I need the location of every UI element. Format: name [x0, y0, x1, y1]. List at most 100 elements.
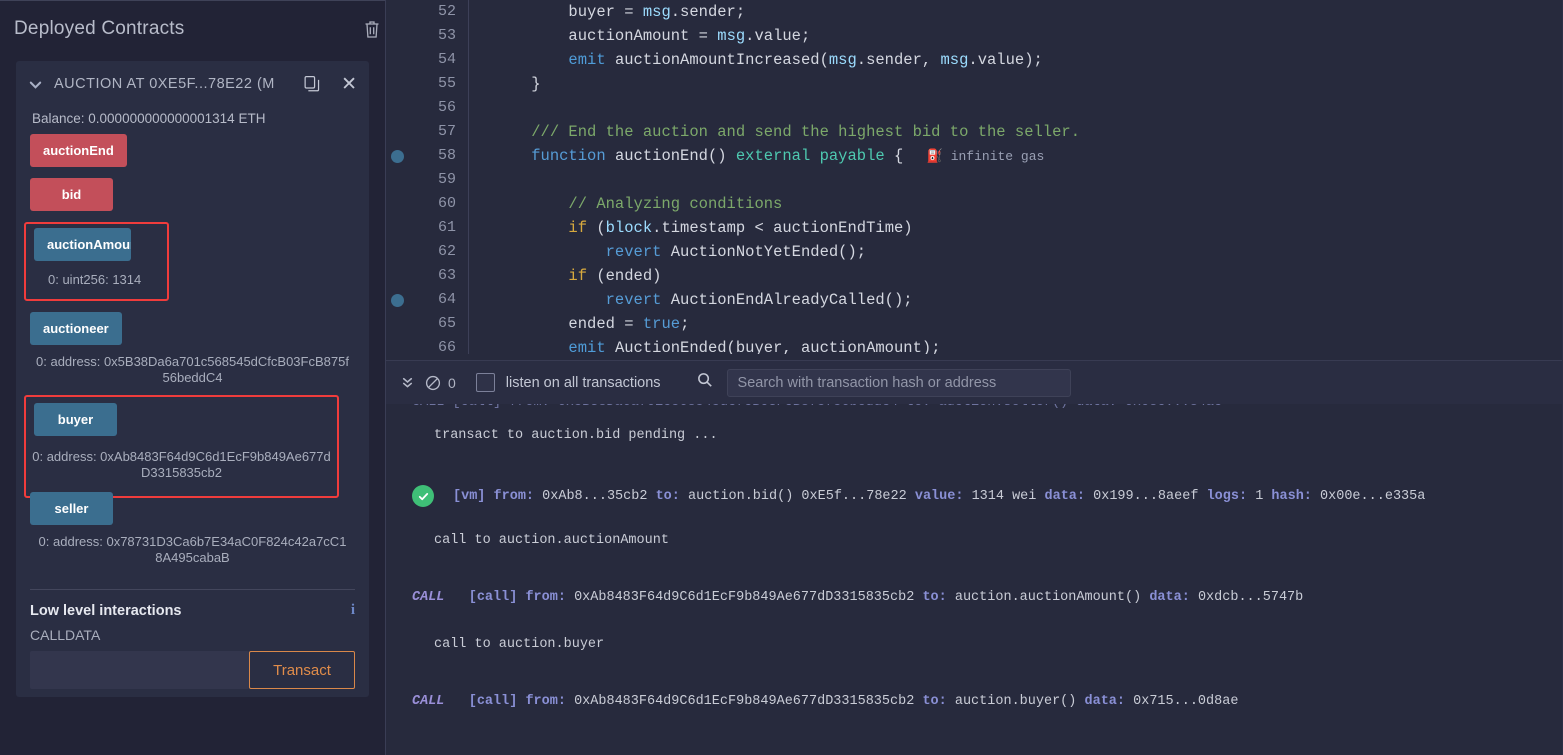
line-code: if (block.timestamp < auctionEndTime) — [494, 216, 913, 240]
function-button-auctioneer[interactable]: auctioneer — [30, 312, 122, 345]
function-result-buyer: 0: address: 0xAb8483F64d9C6d1EcF9b849Ae6… — [26, 438, 337, 490]
terminal-toolbar: 0 listen on all transactions — [386, 360, 1563, 404]
editor-line: 59 — [386, 168, 1563, 192]
spacer — [412, 715, 1563, 735]
line-code: if (ended) — [494, 264, 661, 288]
line-number: 60 — [386, 192, 456, 216]
line-number: 65 — [386, 312, 456, 336]
terminal-count: 0 — [446, 375, 460, 391]
editor-line: 53 auctionAmount = msg.value; — [386, 24, 1563, 48]
editor-line: 64 revert AuctionEndAlreadyCalled(); — [386, 288, 1563, 312]
page-title: Deployed Contracts — [14, 18, 184, 40]
editor-line: 62 revert AuctionNotYetEnded(); — [386, 240, 1563, 264]
contract-balance: Balance: 0.000000000000001314 ETH — [16, 107, 369, 134]
terminal-entries: transact to auction.bid pending ... [vm] … — [412, 404, 1563, 735]
line-number: 58 — [386, 144, 456, 168]
line-number: 64 — [386, 288, 456, 312]
line-number: 63 — [386, 264, 456, 288]
contract-card: AUCTION AT 0XE5F...78E22 (M ✕ Balance: 0… — [16, 61, 369, 697]
calldata-input[interactable] — [30, 651, 249, 689]
terminal-clipped-line: CALL [call] from: 0x5B38Da6a701c568545dC… — [412, 404, 1563, 418]
contract-card-header[interactable]: AUCTION AT 0XE5F...78E22 (M ✕ — [16, 61, 369, 107]
function-button-seller[interactable]: seller — [30, 492, 113, 525]
trash-icon[interactable] — [363, 19, 381, 39]
function-row-auctionamount: auctionAmount — [26, 228, 167, 261]
terminal-message: transact to auction.bid pending ... — [412, 422, 1563, 449]
success-check-icon — [412, 485, 434, 507]
listen-all-transactions-checkbox[interactable] — [476, 373, 495, 392]
editor-line: 55 } — [386, 72, 1563, 96]
terminal-message: call to auction.auctionAmount — [412, 527, 1563, 554]
editor-line: 57 /// End the auction and send the high… — [386, 120, 1563, 144]
function-button-auctionend[interactable]: auctionEnd — [30, 134, 127, 167]
deployed-contracts-header: Deployed Contracts — [0, 1, 385, 57]
line-number: 59 — [386, 168, 456, 192]
line-number: 54 — [386, 48, 456, 72]
line-code: buyer = msg.sender; — [494, 0, 745, 24]
editor-and-terminal: 52 buyer = msg.sender;53 auctionAmount =… — [386, 0, 1563, 755]
editor-line: 54 emit auctionAmountIncreased(msg.sende… — [386, 48, 1563, 72]
terminal-call-row[interactable]: CALL [call] from: 0xAb8483F64d9C6d1EcF9b… — [412, 688, 1563, 715]
low-level-title: Low level interactions — [30, 603, 182, 619]
contract-function-list: auctionEnd bid auctionAmount 0: uint256:… — [16, 134, 369, 575]
line-code: // Analyzing conditions — [494, 192, 782, 216]
function-result-auctionamount: 0: uint256: 1314 — [26, 263, 167, 297]
function-button-auctionamount[interactable]: auctionAmount — [34, 228, 131, 261]
spacer — [412, 449, 1563, 479]
terminal-transaction-text: [vm] from: 0xAb8...35cb2 to: auction.bid… — [453, 489, 1425, 504]
double-chevron-down-icon[interactable] — [394, 370, 420, 396]
deployed-contracts-panel: Deployed Contracts AUCTION AT 0XE5F...78… — [0, 0, 386, 755]
line-code: ended = true; — [494, 312, 689, 336]
editor-line: 52 buyer = msg.sender; — [386, 0, 1563, 24]
terminal-message: call to auction.buyer — [412, 631, 1563, 658]
line-code: emit auctionAmountIncreased(msg.sender, … — [494, 48, 1043, 72]
line-code: function auctionEnd() external payable {… — [494, 144, 1044, 169]
line-number: 57 — [386, 120, 456, 144]
terminal-call-row[interactable]: CALL [call] from: 0xAb8483F64d9C6d1EcF9b… — [412, 584, 1563, 611]
function-result-seller: 0: address: 0x78731D3Ca6b7E34aC0F824c42a… — [30, 525, 355, 575]
spacer — [412, 513, 1563, 527]
function-result-auctioneer: 0: address: 0x5B38Da6a701c568545dCfcB03F… — [30, 345, 355, 395]
line-number: 61 — [386, 216, 456, 240]
low-level-interactions-header: Low level interactions i — [16, 590, 369, 619]
calldata-label: CALLDATA — [16, 619, 369, 643]
function-row-auctioneer: auctioneer — [30, 312, 355, 345]
editor-line: 65 ended = true; — [386, 312, 1563, 336]
listen-all-transactions-label: listen on all transactions — [495, 375, 661, 391]
info-icon[interactable]: i — [351, 602, 355, 619]
editor-lines: 52 buyer = msg.sender;53 auctionAmount =… — [386, 0, 1563, 360]
function-row-bid: bid — [30, 178, 355, 211]
transact-button[interactable]: Transact — [249, 651, 355, 689]
function-row-auctionend: auctionEnd — [30, 134, 355, 167]
function-button-buyer[interactable]: buyer — [34, 403, 117, 436]
editor-line: 63 if (ended) — [386, 264, 1563, 288]
editor-line: 61 if (block.timestamp < auctionEndTime) — [386, 216, 1563, 240]
line-number: 56 — [386, 96, 456, 120]
line-code: /// End the auction and send the highest… — [494, 120, 1080, 144]
line-code: } — [494, 72, 541, 96]
spacer — [412, 554, 1563, 584]
copy-icon[interactable] — [304, 75, 321, 93]
function-row-seller: seller — [30, 492, 355, 525]
chevron-down-icon[interactable] — [24, 73, 46, 95]
function-button-bid[interactable]: bid — [30, 178, 113, 211]
editor-line: 56 — [386, 96, 1563, 120]
line-number: 55 — [386, 72, 456, 96]
calldata-row: Transact — [16, 643, 369, 689]
terminal-transaction-row[interactable]: [vm] from: 0xAb8...35cb2 to: auction.bid… — [412, 479, 1563, 513]
editor-line: 58 function auctionEnd() external payabl… — [386, 144, 1563, 168]
spacer — [412, 611, 1563, 631]
highlight-box-buyer: buyer 0: address: 0xAb8483F64d9C6d1EcF9b… — [24, 395, 339, 498]
no-entry-icon[interactable] — [420, 370, 446, 396]
remix-ide-window: Deployed Contracts AUCTION AT 0XE5F...78… — [0, 0, 1563, 755]
close-icon[interactable]: ✕ — [341, 75, 357, 94]
highlight-box-auctionamount: auctionAmount 0: uint256: 1314 — [24, 222, 169, 301]
function-row-buyer: buyer — [26, 403, 337, 436]
editor-line: 60 // Analyzing conditions — [386, 192, 1563, 216]
line-number: 62 — [386, 240, 456, 264]
terminal-log[interactable]: CALL [call] from: 0x5B38Da6a701c568545dC… — [386, 404, 1563, 755]
search-icon[interactable] — [697, 372, 713, 393]
code-editor[interactable]: 52 buyer = msg.sender;53 auctionAmount =… — [386, 0, 1563, 360]
line-code: auctionAmount = msg.value; — [494, 24, 810, 48]
search-input[interactable] — [727, 369, 1071, 397]
